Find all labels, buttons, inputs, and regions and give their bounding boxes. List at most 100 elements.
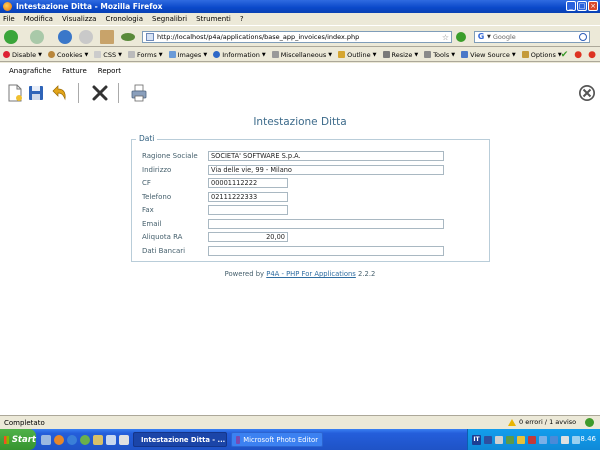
devbar-information[interactable]: Information ▼: [213, 51, 270, 59]
show-desktop-icon[interactable]: [41, 434, 51, 445]
window-title: Intestazione Ditta - Mozilla Firefox: [16, 2, 163, 11]
devbar-disable[interactable]: Disable ▼: [3, 51, 46, 59]
label-ragione-sociale: Ragione Sociale: [142, 152, 198, 160]
dati-fieldset: Dati Ragione Sociale SOCIETA' SOFTWARE S…: [131, 134, 490, 262]
devbar-miscellaneous[interactable]: Miscellaneous ▼: [271, 51, 336, 59]
app-menu-report[interactable]: Report: [98, 67, 121, 75]
delete-icon[interactable]: [91, 83, 109, 103]
reload-icon[interactable]: [58, 30, 72, 44]
app3-quicklaunch-icon[interactable]: [119, 434, 129, 445]
chevron-down-icon[interactable]: ▼: [487, 34, 491, 40]
forward-icon[interactable]: [30, 30, 44, 44]
forms-icon: [127, 51, 135, 58]
view-source-icon: [461, 51, 469, 58]
menu-file[interactable]: File: [3, 15, 15, 23]
field-row-cf: CF 00001112222: [132, 178, 489, 189]
app-menu: Anagrafiche Fatture Report: [0, 63, 600, 78]
clock[interactable]: 8.46: [580, 435, 596, 443]
task-photo-editor-label: Microsoft Photo Editor: [243, 435, 318, 444]
quick-launch: [41, 434, 129, 445]
input-telefono[interactable]: 02111222333: [208, 192, 288, 202]
menu-segnalibri[interactable]: Segnalibri: [152, 15, 187, 23]
folder-quicklaunch-icon[interactable]: [93, 434, 103, 445]
tray-app-icon[interactable]: [528, 435, 536, 444]
field-row-indirizzo: Indirizzo Via delle vie, 99 - Milano: [132, 165, 489, 176]
page-title: Intestazione Ditta: [253, 116, 347, 128]
undo-icon[interactable]: [50, 83, 68, 103]
app-quicklaunch-icon[interactable]: [80, 434, 90, 445]
url-text[interactable]: http://localhost/p4a/applications/base_a…: [157, 33, 359, 41]
input-ragione-sociale[interactable]: SOCIETA' SOFTWARE S.p.A.: [208, 151, 444, 161]
p4a-link[interactable]: P4A - PHP For Applications: [266, 270, 356, 278]
p4a-version: 2.2.2: [358, 270, 376, 278]
images-icon: [168, 51, 176, 58]
error-console-status[interactable]: 0 errori / 1 avviso: [508, 418, 576, 426]
devbar-resize[interactable]: Resize ▼: [382, 51, 423, 59]
input-fax[interactable]: [208, 205, 288, 215]
ie-quicklaunch-icon[interactable]: [67, 434, 77, 445]
google-icon[interactable]: G: [476, 32, 486, 42]
input-aliquota-ra[interactable]: 20,00: [208, 232, 288, 242]
app-menu-fatture[interactable]: Fatture: [62, 67, 87, 75]
network-icon[interactable]: [572, 435, 580, 444]
app-menu-anagrafiche[interactable]: Anagrafiche: [9, 67, 51, 75]
tray-app-icon[interactable]: [495, 435, 503, 444]
app2-quicklaunch-icon[interactable]: [106, 434, 116, 445]
powered-prefix: Powered by: [224, 270, 265, 278]
task-firefox[interactable]: Intestazione Ditta - ...: [133, 432, 227, 447]
devbar-forms[interactable]: Forms ▼: [127, 51, 167, 59]
home-icon[interactable]: [100, 30, 114, 44]
address-bar[interactable]: http://localhost/p4a/applications/base_a…: [142, 31, 452, 43]
window-controls: _ □ ×: [566, 1, 598, 11]
language-indicator[interactable]: IT: [472, 434, 481, 445]
volume-icon[interactable]: [561, 435, 569, 444]
devbar-cookies[interactable]: Cookies ▼: [47, 51, 92, 59]
tray-app-icon[interactable]: [550, 435, 558, 444]
input-dati-bancari[interactable]: [208, 246, 444, 256]
save-icon[interactable]: [27, 83, 45, 103]
menu-strumenti[interactable]: Strumenti: [196, 15, 231, 23]
tray-app-icon[interactable]: [484, 435, 492, 444]
start-button[interactable]: Start: [0, 429, 36, 450]
tray-app-icon[interactable]: [539, 435, 547, 444]
tray-app-icon[interactable]: [506, 435, 514, 444]
tray-app-icon[interactable]: [517, 435, 525, 444]
search-placeholder[interactable]: Google: [493, 33, 516, 41]
menu-cronologia[interactable]: Cronologia: [105, 15, 143, 23]
menu-modifica[interactable]: Modifica: [24, 15, 53, 23]
validator-ok-icon[interactable]: [585, 418, 594, 427]
menu-help[interactable]: ?: [240, 15, 244, 23]
firefox-quicklaunch-icon[interactable]: [54, 434, 64, 445]
check-icon[interactable]: ✔: [561, 50, 569, 60]
go-button[interactable]: [456, 32, 466, 42]
input-cf[interactable]: 00001112222: [208, 178, 288, 188]
bookmark-star-icon[interactable]: ☆: [442, 33, 449, 42]
devbar-tools[interactable]: Tools ▼: [424, 51, 459, 59]
error-icon[interactable]: ●: [574, 50, 582, 60]
stop-icon[interactable]: ●: [588, 50, 596, 60]
toolbar-separator: [78, 83, 79, 103]
devbar-images[interactable]: Images ▼: [168, 51, 212, 59]
maximize-button[interactable]: □: [577, 1, 587, 11]
new-document-icon[interactable]: [6, 83, 24, 103]
leaf-addon-icon[interactable]: [121, 33, 135, 41]
menu-visualizza[interactable]: Visualizza: [62, 15, 96, 23]
input-indirizzo[interactable]: Via delle vie, 99 - Milano: [208, 165, 444, 175]
stop-icon[interactable]: [79, 30, 93, 44]
label-indirizzo: Indirizzo: [142, 166, 172, 174]
devbar-css[interactable]: CSS ▼: [94, 51, 126, 59]
input-email[interactable]: [208, 219, 444, 229]
task-photo-editor[interactable]: Microsoft Photo Editor: [231, 432, 323, 447]
back-icon[interactable]: [4, 30, 18, 44]
exit-icon[interactable]: [578, 83, 596, 103]
search-box[interactable]: G ▼ Google: [474, 31, 590, 43]
options-icon: [521, 51, 529, 58]
devbar-outline[interactable]: Outline ▼: [338, 51, 380, 59]
devbar-view-source[interactable]: View Source ▼: [461, 51, 520, 59]
search-icon[interactable]: [579, 33, 587, 41]
devbar-options[interactable]: Options ▼: [521, 51, 566, 59]
field-row-fax: Fax: [132, 205, 489, 216]
print-icon[interactable]: [130, 83, 148, 103]
minimize-button[interactable]: _: [566, 1, 576, 11]
close-window-button[interactable]: ×: [588, 1, 598, 11]
